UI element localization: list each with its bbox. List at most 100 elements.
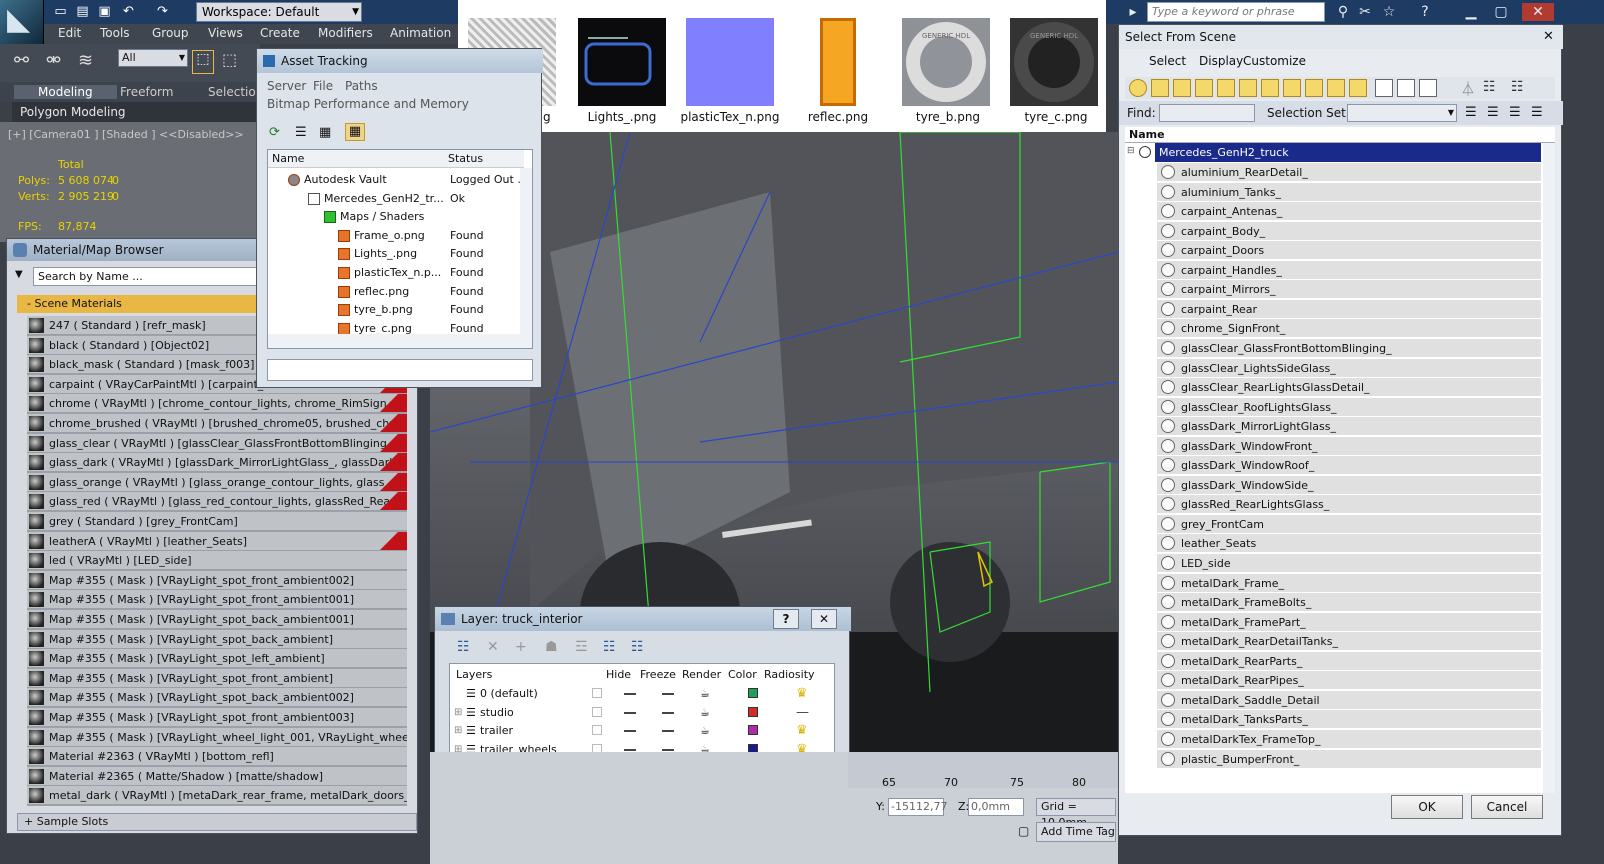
hide-toggle[interactable] [624,730,636,733]
select-none-icon[interactable] [1397,79,1415,97]
menu-views[interactable]: Views [208,26,243,40]
material-list-item[interactable]: glass_dark ( VRayMtl ) [glassDark_Mirror… [27,453,407,473]
freeze-toggle[interactable] [662,711,674,714]
selection-filter-dropdown[interactable]: All ▼ [118,49,188,67]
menu-server[interactable]: Server [267,79,306,93]
help-button[interactable]: ? [773,609,799,629]
scene-object-item[interactable]: glassClear_GlassFrontBottomBlinging_ [1157,338,1541,358]
render-teapot-icon[interactable]: ☕ [700,703,710,722]
select-invert-icon[interactable] [1419,79,1437,97]
asset-tracking-title[interactable]: Asset Tracking [257,49,543,73]
menu-display[interactable]: Display [1199,54,1243,68]
column-status[interactable]: Status [444,150,524,168]
sample-slots-group[interactable]: + Sample Slots [17,813,417,831]
radiosity-icon[interactable]: ♛ [796,684,808,703]
tree-root-item[interactable]: Mercedes_GenH2_truck [1155,143,1541,162]
delete-layer-icon[interactable]: ✕ [487,639,499,655]
frozen-filter-icon[interactable] [1349,79,1367,97]
scene-object-item[interactable]: metalDarkTex_FrameTop_ [1157,729,1541,749]
material-list-item[interactable]: glass_clear ( VRayMtl ) [glassClear_Glas… [27,433,407,453]
column-name[interactable]: Name [1125,127,1555,143]
scene-object-item[interactable]: carpaint_Antenas_ [1157,202,1541,222]
scene-object-item[interactable]: aluminium_Tanks_ [1157,182,1541,202]
layer-row[interactable]: ⊞ ☰ trailer ☕ ♛ [450,721,820,740]
scene-object-item[interactable]: metalDark_Saddle_Detail [1157,690,1541,710]
asset-row[interactable]: plasticTex_n.p... Found [268,263,520,282]
material-list-item[interactable]: Map #355 ( Mask ) [VRayLight_spot_front_… [27,708,407,727]
lights-filter-icon[interactable] [1173,79,1191,97]
column-name[interactable]: Name [268,150,444,168]
render-teapot-icon[interactable]: ☕ [700,721,710,740]
current-layer-checkbox[interactable] [592,688,602,698]
material-list-item[interactable]: Map #355 ( Mask ) [VRayLight_spot_front_… [27,668,407,688]
scene-object-item[interactable]: carpaint_Body_ [1157,221,1541,241]
spacewarps-filter-icon[interactable] [1239,79,1257,97]
material-list-item[interactable]: Material #2363 ( VRayMtl ) [bottom_refl] [27,747,407,767]
link-icon[interactable]: ⚯ [14,50,29,71]
close-icon[interactable]: ✕ [1543,29,1554,44]
scene-object-item[interactable]: chrome_SignFront_ [1157,319,1541,339]
maximize-icon[interactable]: ▢ [1492,3,1510,21]
highlight-selected-icon[interactable]: ☲ [575,639,588,655]
asset-row[interactable]: Maps / Shaders [268,207,520,226]
vertical-scrollbar[interactable] [1543,143,1555,793]
menu-edit[interactable]: Edit [58,26,81,40]
material-list-item[interactable]: glass_red ( VRayMtl ) [glass_red_contour… [27,492,407,512]
menu-tools[interactable]: Tools [100,26,130,40]
menu-select[interactable]: Select [1149,54,1186,68]
scene-object-item[interactable]: carpaint_Rear [1157,299,1541,319]
scene-object-item[interactable]: metalDark_FrameBolts_ [1157,593,1541,613]
material-list-item[interactable]: grey ( Standard ) [grey_FrontCam] [27,512,407,531]
menu-animation[interactable]: Animation [390,26,451,40]
sort-alpha-icon[interactable]: ☰ [1465,105,1477,120]
material-list-item[interactable]: Map #355 ( Mask ) [VRayLight_spot_back_a… [27,629,407,649]
table-view-icon[interactable]: ▦ [319,125,331,140]
layer-row[interactable]: ☰ 0 (default) ☕ ♛ [450,684,820,703]
selection-set-dropdown[interactable]: ▼ [1347,104,1457,122]
freeze-toggle[interactable] [662,748,674,751]
sort-size-icon[interactable]: ☰ [1531,105,1543,120]
grid-view-icon[interactable]: ▦ [345,123,365,141]
create-layer-icon[interactable]: ☷ [457,639,470,655]
asset-row[interactable]: Autodesk Vault Logged Out ... [268,170,528,189]
asset-row[interactable]: reflec.png Found [268,282,520,301]
material-list-item[interactable]: Map #355 ( Mask ) [VRayLight_wheel_light… [27,727,407,747]
menu-group[interactable]: Group [152,26,189,40]
current-layer-checkbox[interactable] [592,706,602,717]
material-list-item[interactable]: glass_orange ( VRayMtl ) [glass_orange_c… [27,472,407,492]
containers-filter-icon[interactable] [1327,79,1345,97]
material-list-item[interactable]: Map #355 ( Mask ) [VRayLight_spot_back_a… [27,610,407,629]
scene-object-item[interactable]: glassDark_WindowFront_ [1157,436,1541,456]
current-layer-checkbox[interactable] [592,725,602,736]
menu-paths[interactable]: Paths [345,79,378,93]
options-menu-icon[interactable]: ▼ [15,269,23,280]
binoculars-icon[interactable]: ⚲ [1334,3,1352,21]
lock-icon[interactable]: ▢ [1018,824,1029,838]
radiosity-icon[interactable]: ♛ [796,721,808,740]
select-object-icon[interactable]: ⬚ [192,50,214,74]
ok-button[interactable]: OK [1391,795,1463,819]
scene-object-item[interactable]: carpaint_Mirrors_ [1157,280,1541,300]
scene-object-item[interactable]: plastic_BumperFront_ [1157,749,1541,769]
tools-icon[interactable]: ✂ [1356,3,1374,21]
open-file-icon[interactable]: ▤ [74,3,91,20]
hide-all-icon[interactable]: ☷ [603,639,616,655]
hide-toggle[interactable] [624,693,636,695]
scene-object-item[interactable]: metalDark_RearParts_ [1157,651,1541,671]
close-button[interactable]: ✕ [811,609,837,629]
layer-color-swatch[interactable] [748,725,758,736]
bind-spacewarp-icon[interactable]: ≋ [78,50,93,71]
scene-object-item[interactable]: carpaint_Doors [1157,241,1541,261]
freeze-toggle[interactable] [662,693,674,695]
asset-row[interactable]: tyre_b.png Found [268,300,520,319]
tab-modeling[interactable]: Modeling [14,85,117,99]
column-radiosity[interactable]: Radiosity [764,668,815,681]
material-list-item[interactable]: chrome_brushed ( VRayMtl ) [brushed_chro… [27,414,407,433]
menu-file[interactable]: File [313,79,333,93]
scene-object-item[interactable]: glassDark_MirrorLightGlass_ [1157,417,1541,437]
asset-row[interactable]: Mercedes_GenH2_tr... Ok [268,189,520,208]
filter-funnel-icon[interactable]: ⏃ [1461,79,1475,99]
new-file-icon[interactable]: ▭ [52,3,69,20]
close-icon[interactable]: ✕ [1522,3,1554,21]
geometry-filter-icon[interactable] [1129,79,1147,97]
